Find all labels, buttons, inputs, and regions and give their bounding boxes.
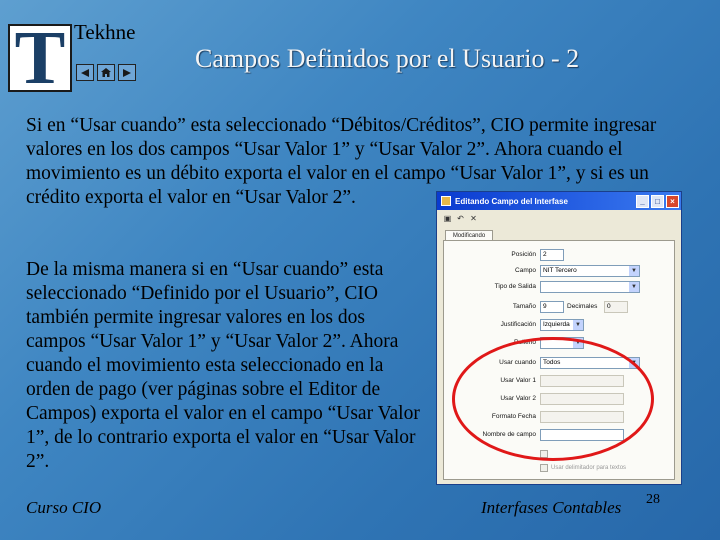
dialog-titlebar[interactable]: Editando Campo del Interfase _ □ ×: [437, 192, 681, 210]
posicion-label: Posición: [511, 251, 536, 258]
row-posicion: Posición 2: [444, 249, 676, 263]
tipo-salida-label: Tipo de Salida: [494, 283, 536, 290]
row-tamano: Tamaño 9 Decimales 0: [444, 301, 676, 315]
brand-name: Tekhne: [74, 20, 136, 44]
posicion-field[interactable]: 2: [540, 249, 564, 261]
dialog-title: Editando Campo del Interfase: [455, 196, 568, 206]
footer-course: Curso CIO: [26, 498, 102, 517]
footer-section: Interfases Contables: [481, 498, 622, 517]
row-campo: Campo NIT Tercero ▼: [444, 265, 676, 279]
chevron-down-icon[interactable]: ▼: [573, 320, 583, 330]
chevron-down-icon[interactable]: ▼: [629, 282, 639, 292]
decimales-field[interactable]: 0: [604, 301, 628, 313]
decimales-label: Decimales: [567, 303, 598, 310]
checkbox-row-2: Usar delimitador para textos: [540, 463, 626, 473]
delimiter-checkbox[interactable]: [540, 464, 548, 472]
slide-nav: [76, 64, 136, 81]
page-number: 28: [646, 492, 660, 507]
delete-icon[interactable]: ✕: [469, 214, 478, 223]
save-icon[interactable]: ▣: [443, 214, 452, 223]
maximize-icon[interactable]: □: [651, 194, 664, 208]
undo-icon[interactable]: ↶: [456, 214, 465, 223]
justificacion-select[interactable]: Izquierda ▼: [540, 319, 584, 331]
row-justificacion: Justificación Izquierda ▼: [444, 319, 676, 333]
home-icon[interactable]: [97, 64, 115, 81]
justificacion-value: Izquierda: [543, 321, 570, 328]
logo-letter: T: [14, 16, 66, 100]
row-tipo-salida: Tipo de Salida ▼: [444, 281, 676, 295]
slide-title: Campos Definidos por el Usuario - 2: [195, 44, 580, 73]
delimiter-checkbox-label: Usar delimitador para textos: [551, 465, 627, 471]
tamano-field[interactable]: 9: [540, 301, 564, 313]
campo-value: NIT Tercero: [543, 267, 577, 274]
tipo-salida-select[interactable]: ▼: [540, 281, 640, 293]
highlight-ellipse: [452, 337, 654, 461]
dialog-toolbar: ▣ ↶ ✕: [437, 210, 681, 226]
campo-label: Campo: [515, 267, 536, 274]
tamano-label: Tamaño: [512, 303, 536, 310]
campo-select[interactable]: NIT Tercero ▼: [540, 265, 640, 277]
minimize-icon[interactable]: _: [636, 194, 649, 208]
next-arrow-icon[interactable]: [118, 64, 136, 81]
chevron-down-icon[interactable]: ▼: [629, 266, 639, 276]
close-icon[interactable]: ×: [666, 194, 679, 208]
body-paragraph-2: De la misma manera si en “Usar cuando” e…: [26, 259, 420, 472]
prev-arrow-icon[interactable]: [76, 64, 94, 81]
app-icon: [441, 196, 451, 206]
justificacion-label: Justificación: [500, 321, 536, 328]
tekhne-logo: T: [8, 16, 72, 100]
